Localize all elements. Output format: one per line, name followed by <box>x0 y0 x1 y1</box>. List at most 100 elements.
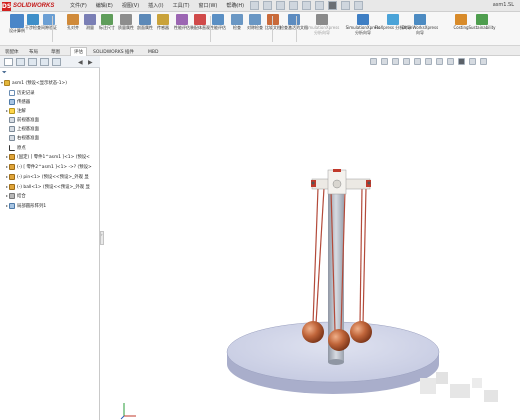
command-17-icon <box>357 14 369 25</box>
tree-item-label: 传感器 <box>17 99 31 105</box>
command-19-label: DriveWorksXpress 向导 <box>401 25 439 35</box>
ds-logo-icon: DS <box>1 1 12 11</box>
command-21-icon <box>476 14 488 25</box>
tree-item[interactable]: ▸ 注解 <box>5 106 26 115</box>
toolbar-separator <box>272 16 273 42</box>
tab-2[interactable]: 草图 <box>47 47 64 56</box>
menu-window[interactable]: 窗口(W) <box>199 2 218 9</box>
quick-access-toolbar <box>250 1 363 10</box>
command-18-icon <box>387 14 399 25</box>
tab-3[interactable]: 评估 <box>70 47 87 56</box>
command-15-icon <box>288 14 300 25</box>
command-button-21[interactable]: Sustainability <box>462 14 502 31</box>
mate-icon <box>9 192 15 199</box>
part-icon <box>9 173 15 180</box>
pattern-icon <box>9 202 15 209</box>
tree-item-label: 历史记录 <box>17 90 35 96</box>
menu-edit[interactable]: 编辑(E) <box>96 2 113 9</box>
command-button-16[interactable]: SimulationXpress 分析向导 <box>302 14 342 35</box>
menu-file[interactable]: 文件(F) <box>70 2 87 9</box>
toolbar-separator <box>296 16 297 42</box>
property-tab-icon[interactable] <box>16 58 25 66</box>
app-name: SOLIDWORKS <box>13 3 55 9</box>
pin-icon[interactable]: ✎ <box>233 2 238 9</box>
history-icon <box>9 89 15 96</box>
plane-icon <box>9 134 15 141</box>
part-icon <box>9 163 15 170</box>
menu-view[interactable]: 视图(V) <box>122 2 139 9</box>
command-button-19[interactable]: DriveWorksXpress 向导 <box>400 14 440 35</box>
tree-item[interactable]: 历史记录 <box>5 88 35 97</box>
tab-1[interactable]: 布局 <box>25 47 42 56</box>
select-icon[interactable] <box>328 1 337 10</box>
tree-item[interactable]: ▸ (-) pin<1> (预设<<预设>_外观 显 <box>5 172 89 181</box>
command-19-icon <box>414 14 426 25</box>
command-tabs: 装配体 布局 草图 评估 SOLIDWORKS 插件 MBD <box>0 46 520 56</box>
tree-item-label: 原点 <box>17 145 26 151</box>
tree-item[interactable]: 右视基准面 <box>5 133 39 142</box>
tree-item-label: 注解 <box>17 108 26 114</box>
tree-item[interactable]: 原点 <box>5 143 26 152</box>
options-gear-icon[interactable] <box>354 1 363 10</box>
tree-item-label: 局部圆形阵列1 <box>17 203 47 209</box>
tree-item-label: 结合 <box>17 193 26 199</box>
dimxpert-tab-icon[interactable] <box>40 58 49 66</box>
tree-item[interactable]: 传感器 <box>5 97 30 106</box>
configuration-tab-icon[interactable] <box>28 58 37 66</box>
tree-item[interactable]: ▸ 局部圆形阵列1 <box>5 201 46 210</box>
assembly-icon <box>4 79 10 86</box>
command-21-label: Sustainability <box>468 25 496 30</box>
sensor-icon <box>9 98 15 105</box>
tab-4[interactable]: SOLIDWORKS 插件 <box>89 47 138 56</box>
tree-item[interactable]: ▸ (-) [ 零件2^asm1 ]<1> ->? (预设> <box>5 162 92 171</box>
tree-item[interactable]: 前视基准面 <box>5 115 39 124</box>
menu-bar: 文件(F) 编辑(E) 视图(V) 插入(I) 工具(T) 窗口(W) 帮助(H… <box>70 2 244 9</box>
tree-item[interactable]: 上视基准面 <box>5 124 39 133</box>
plane-icon <box>9 116 15 123</box>
filter-icon[interactable]: ⏷ <box>2 69 7 77</box>
tree-item-label: 上视基准面 <box>17 126 39 132</box>
tree-item[interactable]: ▸ (-) ball<1> (预设<<预设>_外观 显 <box>5 182 90 191</box>
open-folder-icon[interactable] <box>276 1 285 10</box>
tree-item-label: asm1 (预设<显示状态-1>) <box>12 80 67 86</box>
scroll-left-icon[interactable]: ◀ <box>78 59 83 66</box>
model-svg <box>226 169 440 394</box>
tree-item[interactable]: ▸ 结合 <box>5 191 26 200</box>
title-bar: DS SOLIDWORKS 文件(F) 编辑(E) 视图(V) 插入(I) 工具… <box>0 0 520 12</box>
command-16-label: SimulationXpress 分析向导 <box>304 25 340 35</box>
triad-axes-icon <box>120 403 136 420</box>
part-icon <box>9 183 15 190</box>
command-2-icon <box>43 14 55 25</box>
menu-insert[interactable]: 插入(I) <box>148 2 163 9</box>
tab-0[interactable]: 装配体 <box>1 47 23 56</box>
watermark-logo-icon <box>420 372 498 402</box>
solidworks-logo[interactable]: DS SOLIDWORKS <box>2 1 54 11</box>
tree-item-label: (-) [ 零件2^asm1 ]<1> ->? (预设> <box>17 164 92 170</box>
tree-item-label: (-) pin<1> (预设<<预设>_外观 显 <box>17 174 89 180</box>
tree-item[interactable]: ▾ asm1 (预设<显示状态-1>) <box>0 78 67 87</box>
undo-icon[interactable] <box>315 1 324 10</box>
graphics-area[interactable]: › <box>100 56 520 420</box>
tree-item-label: 前视基准面 <box>17 117 39 123</box>
part-icon <box>9 153 15 160</box>
scroll-right-icon[interactable]: ▶ <box>88 59 93 66</box>
tree-item-label: 右视基准面 <box>17 135 39 141</box>
plane-icon <box>9 125 15 132</box>
feature-tree-tab-icon[interactable] <box>4 58 13 66</box>
toolbar-separator <box>52 16 53 42</box>
tree-item-label: (-) ball<1> (预设<<预设>_外观 显 <box>17 184 90 190</box>
save-icon[interactable] <box>289 1 298 10</box>
home-icon[interactable] <box>250 1 259 10</box>
print-icon[interactable] <box>302 1 311 10</box>
menu-tools[interactable]: 工具(T) <box>173 2 190 9</box>
display-tab-icon[interactable] <box>52 58 61 66</box>
new-document-icon[interactable] <box>263 1 272 10</box>
tree-item[interactable]: ▸ (固定) [ 零件1^asm1 ]<1> (预设< <box>5 152 90 161</box>
command-14-icon <box>267 14 279 25</box>
tab-5[interactable]: MBD <box>144 47 162 56</box>
toolbar-separator <box>210 16 211 42</box>
panel-tabs: ◀ ▶ <box>0 56 100 68</box>
tree-item-label: (固定) [ 零件1^asm1 ]<1> (预设< <box>17 154 90 160</box>
rebuild-icon[interactable] <box>341 1 350 10</box>
annotation-icon <box>9 107 15 114</box>
